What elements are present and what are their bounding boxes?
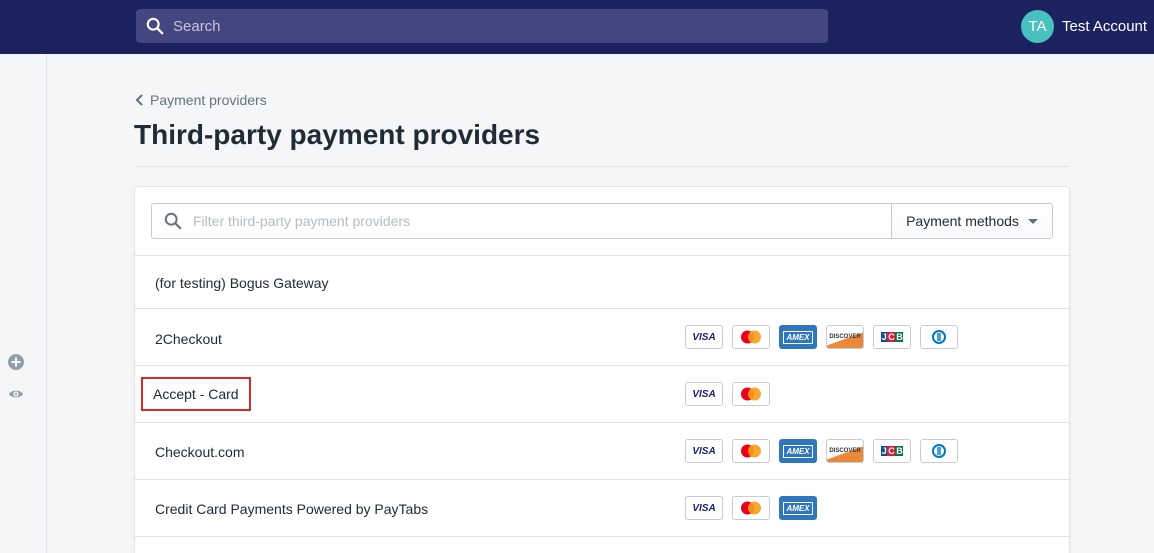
jcb-icon: JCB: [873, 439, 911, 463]
filter-input[interactable]: Filter third-party payment providers: [151, 203, 891, 239]
visa-icon: VISA: [685, 325, 723, 349]
payment-methods-button[interactable]: Payment methods: [891, 203, 1053, 239]
mastercard-icon: [732, 496, 770, 520]
mastercard-icon: [732, 325, 770, 349]
breadcrumb[interactable]: Payment providers: [135, 92, 267, 108]
visa-icon: VISA: [685, 496, 723, 520]
visa-icon: VISA: [685, 382, 723, 406]
mastercard-icon: [732, 382, 770, 406]
global-search[interactable]: Search: [136, 9, 828, 43]
provider-name[interactable]: Credit Card Payments Powered by PayTabs: [155, 501, 428, 517]
provider-name[interactable]: Accept - Card: [141, 377, 251, 411]
card-badges: VISA AMEX: [685, 496, 826, 520]
card-badges: VISA AMEX DISCOVER JCB: [685, 325, 967, 349]
breadcrumb-label: Payment providers: [150, 92, 267, 108]
provider-row[interactable]: [135, 536, 1069, 553]
top-bar: Search TA Test Account: [0, 0, 1154, 54]
provider-row[interactable]: Checkout.com VISA AMEX DISCOVER JCB: [135, 422, 1069, 480]
diners-club-icon: [920, 439, 958, 463]
visa-icon: VISA: [685, 439, 723, 463]
card-badges: VISA: [685, 382, 779, 406]
amex-icon: AMEX: [779, 496, 817, 520]
mastercard-icon: [732, 439, 770, 463]
provider-row[interactable]: 2Checkout VISA AMEX DISCOVER JCB: [135, 308, 1069, 366]
provider-row[interactable]: Accept - Card VISA: [135, 365, 1069, 423]
divider: [135, 166, 1069, 167]
amex-icon: AMEX: [779, 325, 817, 349]
filter-placeholder: Filter third-party payment providers: [193, 213, 411, 229]
caret-down-icon: [1027, 218, 1038, 224]
provider-row[interactable]: Credit Card Payments Powered by PayTabs …: [135, 479, 1069, 537]
provider-row[interactable]: (for testing) Bogus Gateway: [135, 255, 1069, 309]
eye-icon[interactable]: [8, 386, 24, 402]
payment-methods-label: Payment methods: [906, 213, 1019, 229]
search-icon: [146, 17, 164, 35]
provider-name[interactable]: 2Checkout: [155, 331, 222, 347]
chevron-left-icon: [135, 94, 143, 106]
filter-bar: Filter third-party payment providers Pay…: [151, 203, 1053, 239]
jcb-icon: JCB: [873, 325, 911, 349]
card-badges: VISA AMEX DISCOVER JCB: [685, 439, 967, 463]
discover-icon: DISCOVER: [826, 325, 864, 349]
page-title: Third-party payment providers: [134, 119, 541, 150]
providers-card: Filter third-party payment providers Pay…: [135, 187, 1069, 553]
add-circle-icon[interactable]: [8, 354, 24, 370]
avatar: TA: [1021, 10, 1054, 43]
left-rail: [0, 54, 47, 553]
provider-name[interactable]: Checkout.com: [155, 444, 244, 460]
discover-icon: DISCOVER: [826, 439, 864, 463]
search-placeholder: Search: [173, 17, 221, 35]
account-menu[interactable]: TA Test Account: [1021, 10, 1147, 43]
provider-name[interactable]: (for testing) Bogus Gateway: [155, 275, 329, 291]
amex-icon: AMEX: [779, 439, 817, 463]
account-name: Test Account: [1062, 18, 1148, 35]
search-icon: [164, 212, 182, 230]
diners-club-icon: [920, 325, 958, 349]
